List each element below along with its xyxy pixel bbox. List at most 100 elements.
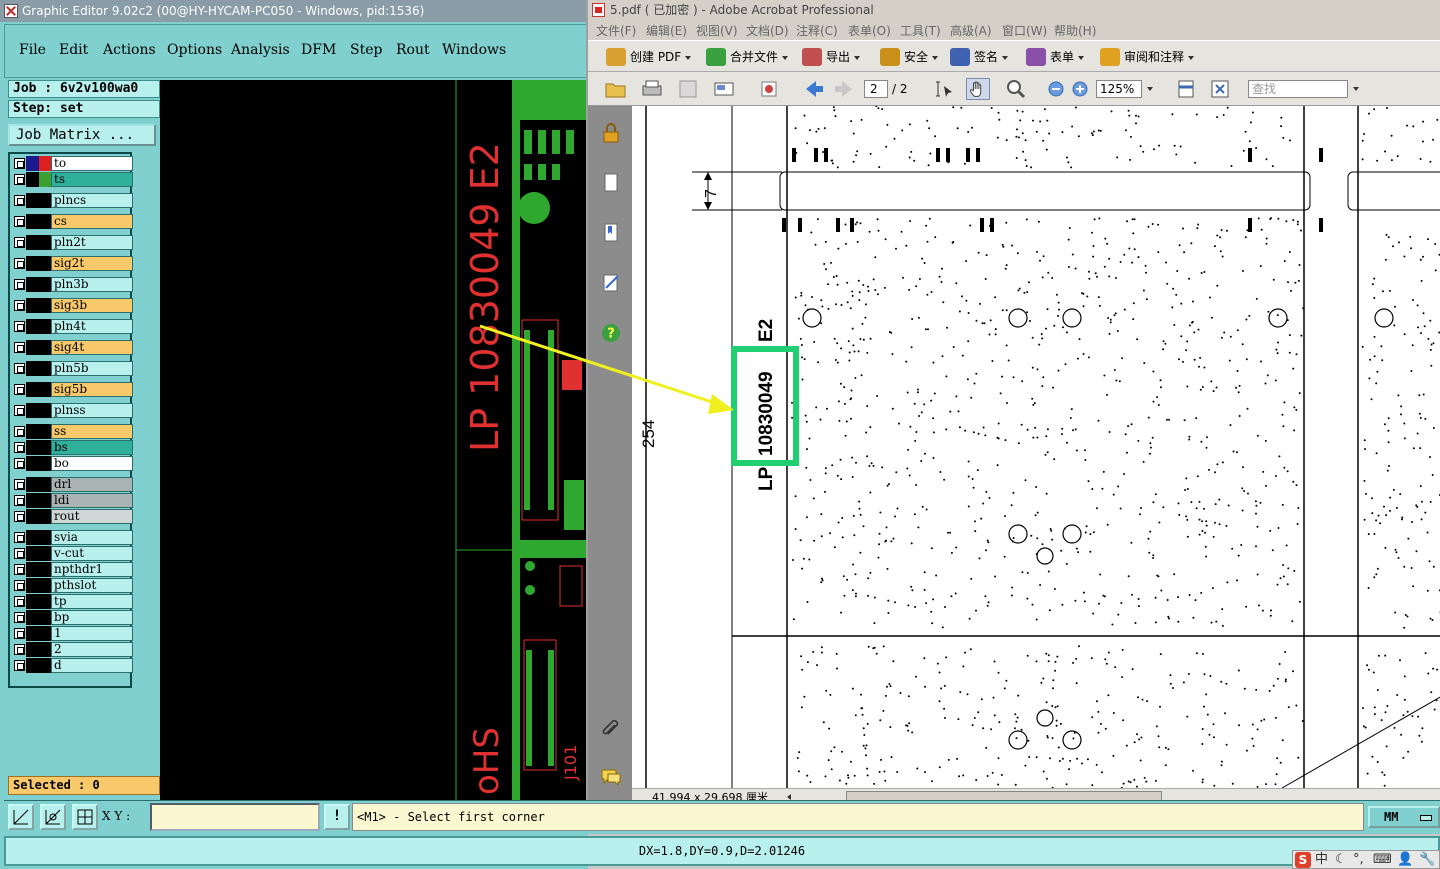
layer-row[interactable]: sig3b [12, 298, 133, 313]
xy-coordinate-input[interactable] [150, 803, 320, 831]
layer-checkbox[interactable] [14, 479, 25, 490]
layer-affected-swatch[interactable] [39, 493, 51, 508]
menu-window[interactable]: 窗口(W) [1002, 22, 1047, 39]
review-comment-button[interactable]: 审阅和注释 [1100, 46, 1195, 68]
layer-affected-swatch[interactable] [39, 256, 51, 271]
layer-color-swatch[interactable] [26, 256, 39, 271]
layer-color-swatch[interactable] [26, 509, 39, 524]
zoom-in-icon[interactable] [1068, 78, 1092, 100]
layer-checkbox[interactable] [14, 195, 25, 206]
menu-comments[interactable]: 注释(C) [796, 22, 838, 39]
layer-checkbox[interactable] [14, 532, 25, 543]
layer-affected-swatch[interactable] [39, 193, 51, 208]
layer-row[interactable]: drl [12, 477, 133, 492]
layer-checkbox[interactable] [14, 511, 25, 522]
comments-icon[interactable] [600, 766, 622, 788]
layer-row[interactable]: sig5b [12, 382, 133, 397]
layer-color-swatch[interactable] [26, 193, 39, 208]
execute-button[interactable]: ! [324, 804, 350, 830]
menu-windows[interactable]: Windows [442, 42, 506, 58]
layer-color-swatch[interactable] [26, 562, 39, 577]
layer-affected-swatch[interactable] [39, 319, 51, 334]
layer-color-swatch[interactable] [26, 424, 39, 439]
menu-step[interactable]: Step [350, 42, 382, 58]
layer-affected-swatch[interactable] [39, 642, 51, 657]
search-input[interactable]: 查找 [1248, 80, 1348, 98]
layer-name[interactable]: npthdr1 [51, 562, 133, 577]
layer-color-swatch[interactable] [26, 298, 39, 313]
layer-affected-swatch[interactable] [39, 610, 51, 625]
layer-checkbox[interactable] [14, 458, 25, 469]
layer-color-swatch[interactable] [26, 493, 39, 508]
layer-affected-swatch[interactable] [39, 172, 51, 187]
layer-checkbox[interactable] [14, 405, 25, 416]
layer-color-swatch[interactable] [26, 594, 39, 609]
layer-affected-swatch[interactable] [39, 440, 51, 455]
layer-color-swatch[interactable] [26, 642, 39, 657]
layer-checkbox[interactable] [14, 237, 25, 248]
layer-name[interactable]: pthslot [51, 578, 133, 593]
print-icon[interactable] [640, 78, 664, 100]
layer-affected-swatch[interactable] [39, 456, 51, 471]
help-icon[interactable]: ? [600, 322, 622, 344]
layer-affected-swatch[interactable] [39, 594, 51, 609]
combine-files-button[interactable]: 合并文件 [706, 46, 789, 68]
layer-color-swatch[interactable] [26, 456, 39, 471]
layer-row[interactable]: pln2t [12, 235, 133, 250]
layer-name[interactable]: plnss [51, 403, 133, 418]
layer-checkbox[interactable] [14, 580, 25, 591]
layer-color-swatch[interactable] [26, 530, 39, 545]
zoom-out-icon[interactable] [1044, 78, 1068, 100]
layer-name[interactable]: ss [51, 424, 133, 439]
layer-checkbox[interactable] [14, 495, 25, 506]
punctuation-icon[interactable]: °, [1353, 852, 1364, 868]
job-matrix-button[interactable]: Job Matrix ... [8, 124, 156, 146]
create-pdf-button[interactable]: 创建 PDF [606, 46, 692, 68]
layer-color-swatch[interactable] [26, 319, 39, 334]
layer-name[interactable]: 2 [51, 642, 133, 657]
layer-color-swatch[interactable] [26, 235, 39, 250]
layer-name[interactable]: rout [51, 509, 133, 524]
layer-name[interactable]: bo [51, 456, 133, 471]
wrench-icon[interactable]: 🔧 [1419, 852, 1435, 868]
layer-row[interactable]: bp [12, 610, 133, 625]
menu-edit[interactable]: 编辑(E) [646, 22, 687, 39]
layer-row[interactable]: bo [12, 456, 133, 471]
menu-tools[interactable]: 工具(T) [900, 22, 941, 39]
layer-name[interactable]: d [51, 658, 133, 673]
layer-row[interactable]: pln3b [12, 277, 133, 292]
layer-checkbox[interactable] [14, 564, 25, 575]
measure-tool-button[interactable] [40, 804, 66, 830]
layer-affected-swatch[interactable] [39, 382, 51, 397]
layer-name[interactable]: sig3b [51, 298, 133, 313]
bookmarks-icon[interactable] [600, 222, 622, 244]
fit-width-icon[interactable] [1174, 78, 1198, 100]
layer-name[interactable]: pln2t [51, 235, 133, 250]
menu-actions[interactable]: Actions [103, 42, 156, 58]
open-folder-icon[interactable] [604, 78, 628, 100]
zoom-level-input[interactable]: 125% [1096, 80, 1142, 98]
layer-checkbox[interactable] [14, 426, 25, 437]
layer-color-swatch[interactable] [26, 172, 39, 187]
layer-affected-swatch[interactable] [39, 578, 51, 593]
layer-checkbox[interactable] [14, 300, 25, 311]
layer-checkbox[interactable] [14, 342, 25, 353]
layer-row[interactable]: svia [12, 530, 133, 545]
layer-checkbox[interactable] [14, 660, 25, 671]
layer-affected-swatch[interactable] [39, 277, 51, 292]
layer-checkbox[interactable] [14, 384, 25, 395]
layer-name[interactable]: bs [51, 440, 133, 455]
layer-row[interactable]: plncs [12, 193, 133, 208]
menu-advanced[interactable]: 高级(A) [950, 22, 992, 39]
layer-checkbox[interactable] [14, 442, 25, 453]
layer-row[interactable]: npthdr1 [12, 562, 133, 577]
layer-color-swatch[interactable] [26, 578, 39, 593]
layer-row[interactable]: 1 [12, 626, 133, 641]
layer-affected-swatch[interactable] [39, 530, 51, 545]
pdf-document-view[interactable]: 7 254 LP 10830049 E2 [632, 106, 1440, 788]
menu-file[interactable]: File [19, 42, 46, 58]
layer-row[interactable]: cs [12, 214, 133, 229]
layer-name[interactable]: v-cut [51, 546, 133, 561]
next-page-icon[interactable] [832, 78, 856, 100]
layer-row[interactable]: tp [12, 594, 133, 609]
